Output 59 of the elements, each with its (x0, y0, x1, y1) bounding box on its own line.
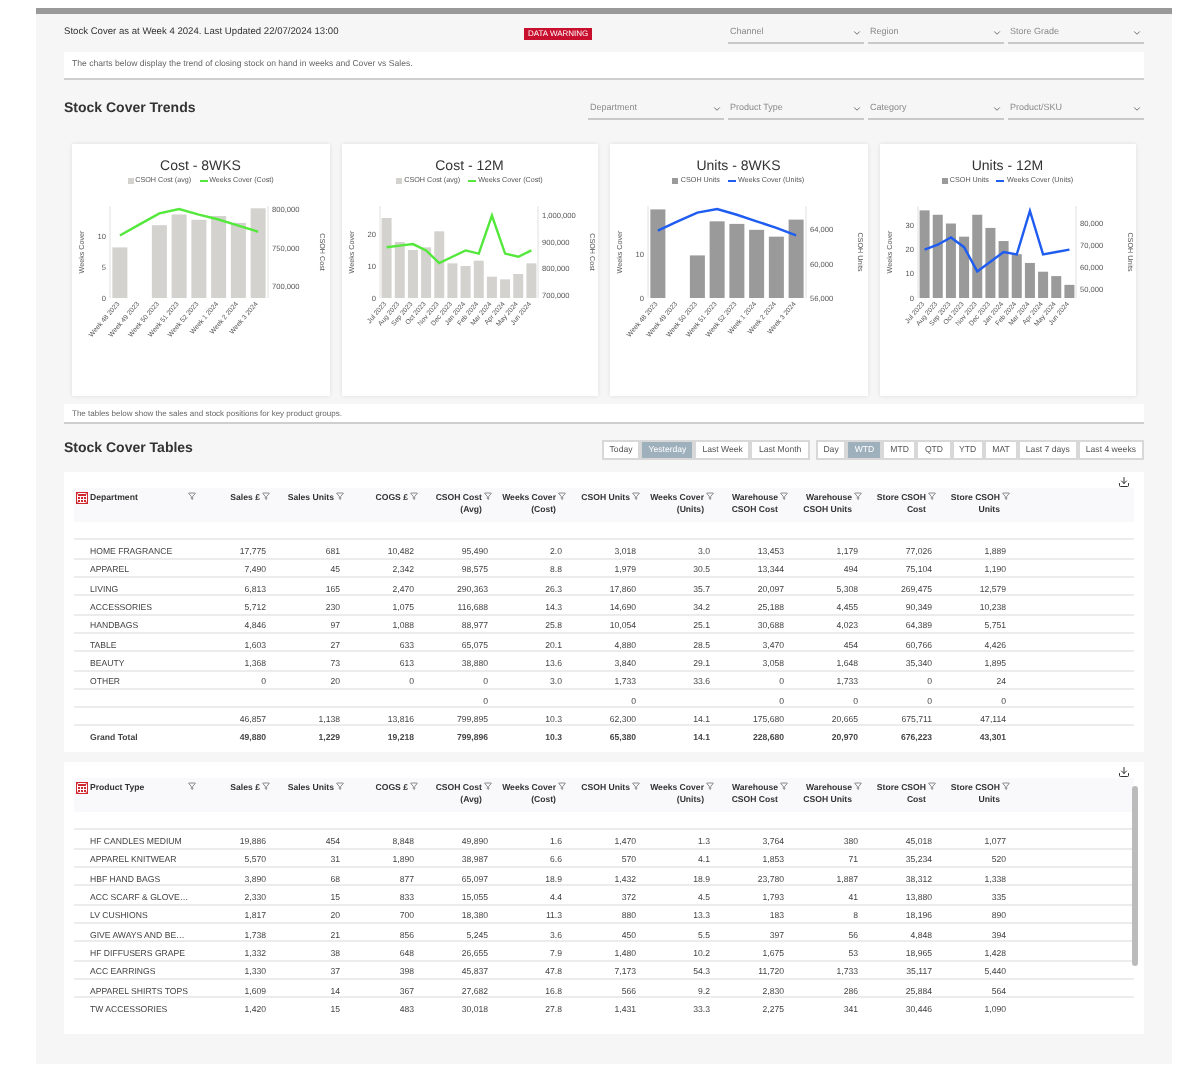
filter-icon[interactable] (854, 492, 862, 500)
chart-bar (251, 207, 267, 298)
filter-icon[interactable] (632, 782, 640, 790)
filter-icon[interactable] (262, 782, 270, 790)
chart-bar (710, 220, 726, 298)
chart-bar (231, 222, 247, 298)
filter-icon[interactable] (410, 782, 418, 790)
chart-line (657, 207, 798, 236)
chart-bar (152, 224, 168, 298)
chart-bar (729, 223, 745, 298)
y-axis-line (268, 204, 269, 298)
download-icon[interactable] (1118, 766, 1130, 778)
filter-icon[interactable] (262, 492, 270, 500)
filter-icon[interactable] (336, 782, 344, 790)
filter-icon[interactable] (928, 492, 936, 500)
filter-icon[interactable] (188, 492, 196, 500)
y-axis-line (917, 204, 918, 298)
filter-icon[interactable] (780, 782, 788, 790)
chart-bar (650, 208, 666, 298)
filter-icon[interactable] (1002, 782, 1010, 790)
caret-icon (1132, 104, 1142, 114)
filter-icon[interactable] (484, 782, 492, 790)
caret-icon (992, 28, 1002, 38)
chart-bar (112, 246, 128, 298)
caret-icon (712, 104, 722, 114)
chart-bar (769, 235, 785, 298)
y-axis-line (648, 204, 649, 298)
filter-icon[interactable] (484, 492, 492, 500)
grid-icon[interactable] (76, 782, 88, 794)
scrollbar[interactable] (1132, 786, 1138, 966)
chart-line (119, 207, 259, 236)
chart-bar (690, 254, 706, 298)
filter-icon[interactable] (854, 782, 862, 790)
filter-icon[interactable] (188, 782, 196, 790)
y-axis-line (537, 204, 538, 298)
chart-bar (172, 213, 188, 298)
chart-bar (211, 215, 227, 298)
chart-bar (191, 219, 207, 298)
filter-icon[interactable] (558, 782, 566, 790)
caret-icon (992, 104, 1002, 114)
chart-bar (749, 229, 765, 298)
filter-icon[interactable] (706, 782, 714, 790)
y-axis-line (806, 204, 807, 298)
caret-icon (852, 104, 862, 114)
y-axis-line (379, 204, 380, 298)
y-axis-line (110, 204, 111, 298)
filter-icon[interactable] (706, 492, 714, 500)
download-icon[interactable] (1118, 476, 1130, 488)
grid-icon[interactable] (76, 492, 88, 504)
filter-icon[interactable] (928, 782, 936, 790)
filter-icon[interactable] (632, 492, 640, 500)
caret-icon (1132, 28, 1142, 38)
filter-icon[interactable] (558, 492, 566, 500)
filter-icon[interactable] (336, 492, 344, 500)
filter-icon[interactable] (780, 492, 788, 500)
filter-icon[interactable] (410, 492, 418, 500)
chart-bar (789, 218, 805, 298)
filter-icon[interactable] (1002, 492, 1010, 500)
caret-icon (852, 28, 862, 38)
